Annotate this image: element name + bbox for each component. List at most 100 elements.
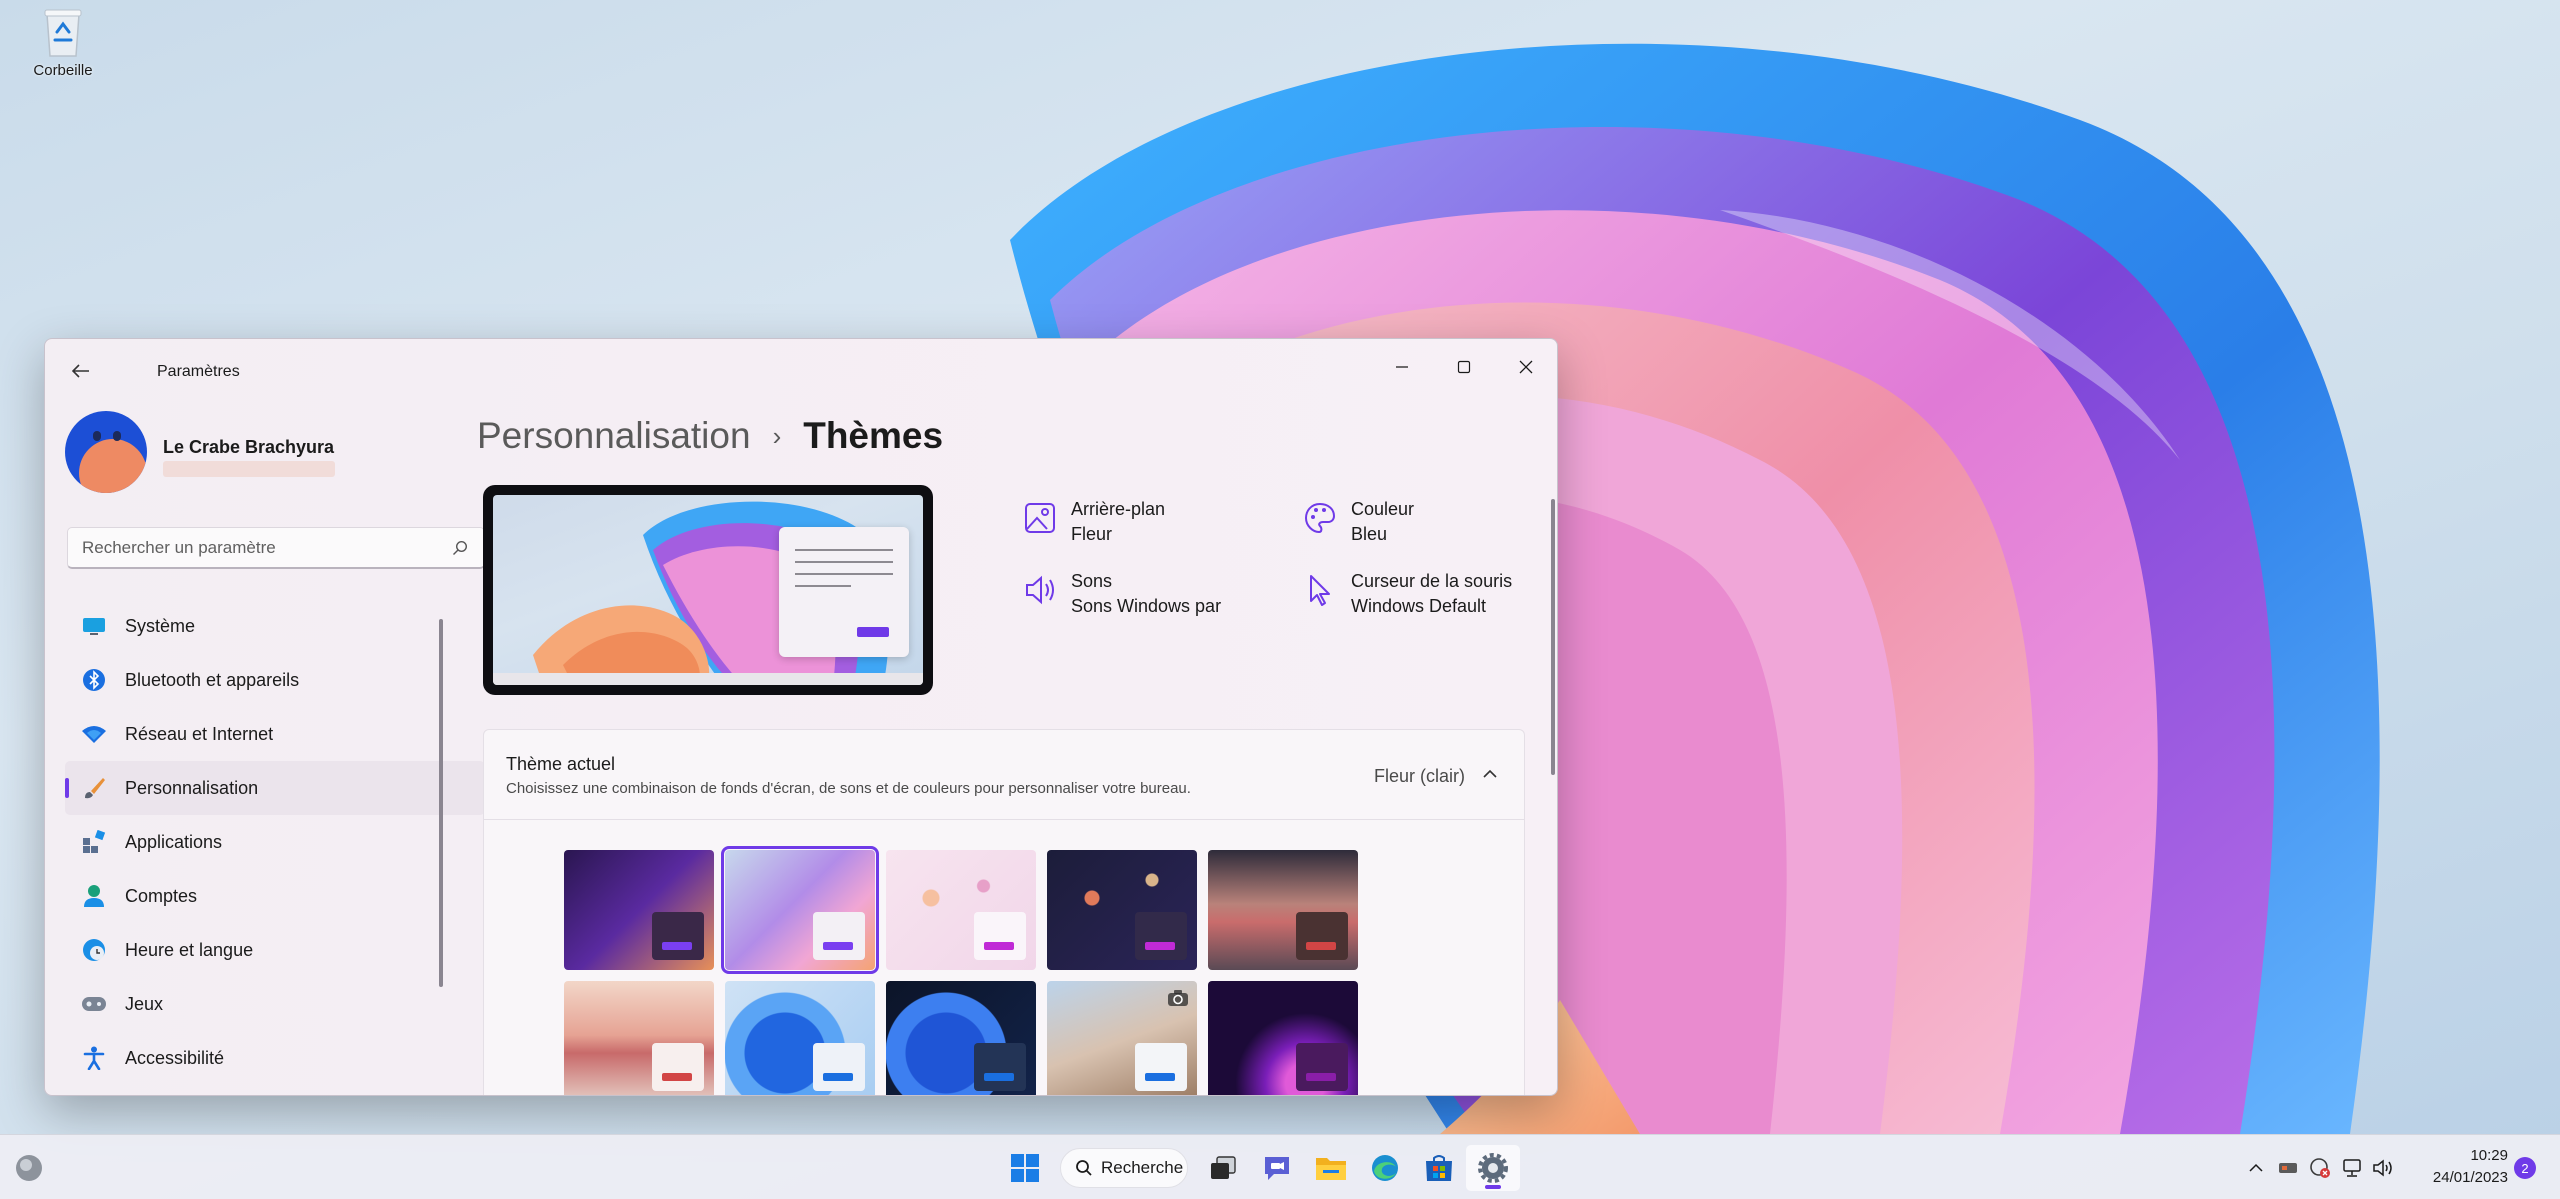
start-button[interactable] <box>998 1145 1052 1191</box>
edge-button[interactable] <box>1358 1145 1412 1191</box>
sounds-setting[interactable]: Sons Sons Windows par <box>1023 571 1283 631</box>
taskbar: Recherche 10:29 24/01/2023 2 <box>0 1134 2560 1199</box>
wifi-icon <box>81 721 107 747</box>
sidebar-item-label: Comptes <box>125 885 198 906</box>
theme-thumbnail[interactable] <box>1208 981 1358 1095</box>
settings-button[interactable] <box>1466 1145 1520 1191</box>
task-view-icon <box>1211 1156 1236 1179</box>
clock-globe-icon <box>81 937 107 963</box>
network-tray-button[interactable] <box>2336 1152 2368 1184</box>
volume-tray-button[interactable] <box>2368 1152 2400 1184</box>
minimize-button[interactable] <box>1373 347 1431 387</box>
theme-thumbnail[interactable] <box>564 850 714 970</box>
sidebar-item-bluetooth[interactable]: Bluetooth et appareils <box>65 653 485 707</box>
usb-tray-button[interactable] <box>2272 1152 2304 1184</box>
sidebar-item-label: Réseau et Internet <box>125 723 274 744</box>
property-value: Sons Windows par <box>1071 596 1222 616</box>
show-hidden-icons-button[interactable] <box>2240 1152 2272 1184</box>
chevron-up-icon[interactable] <box>1480 764 1500 784</box>
sidebar-item-label: Bluetooth et appareils <box>125 669 300 690</box>
maximize-button[interactable] <box>1435 347 1493 387</box>
background-setting[interactable]: Arrière-plan Fleur <box>1023 499 1283 559</box>
sidebar-item-comptes[interactable]: Comptes <box>65 869 485 923</box>
back-button[interactable] <box>63 357 99 385</box>
arrow-left-icon <box>72 364 89 378</box>
theme-thumbnail[interactable] <box>1047 981 1197 1095</box>
start-icon <box>1011 1154 1039 1182</box>
breadcrumb-parent[interactable]: Personnalisation <box>477 415 751 457</box>
settings-search[interactable] <box>67 527 485 569</box>
current-theme-value: Fleur (clair) <box>1374 766 1466 786</box>
theme-thumbnail[interactable] <box>886 981 1036 1095</box>
gamepad-icon <box>81 991 107 1017</box>
teams-chat-button[interactable] <box>1250 1145 1304 1191</box>
content-scrollbar[interactable] <box>1551 499 1555 775</box>
current-theme-description: Choisissez une combinaison de fonds d'éc… <box>506 780 1191 797</box>
cursor-setting[interactable]: Curseur de la souris Windows Default <box>1303 571 1557 631</box>
clock-time: 10:29 <box>2470 1147 2508 1164</box>
search-input[interactable] <box>82 538 422 558</box>
sidebar-item-applications[interactable]: Applications <box>65 815 485 869</box>
taskbar-apps: Recherche <box>998 1145 1520 1191</box>
bluetooth-icon <box>81 667 107 693</box>
brush-icon <box>81 775 107 801</box>
recycle-bin-icon <box>41 6 85 58</box>
close-button[interactable] <box>1497 347 1555 387</box>
cursor-icon <box>1310 575 1330 606</box>
settings-window: Paramètres Le Crabe Brachyura Système <box>44 338 1558 1096</box>
apps-icon <box>81 829 107 855</box>
sidebar-item-heure-langue[interactable]: Heure et langue <box>65 923 485 977</box>
property-title: Couleur <box>1351 499 1415 519</box>
recycle-bin-shortcut[interactable]: Corbeille <box>24 6 102 79</box>
theme-thumbnail[interactable] <box>886 850 1036 970</box>
palette-icon <box>1304 502 1336 534</box>
color-setting[interactable]: Couleur Bleu <box>1303 499 1557 559</box>
camera-icon <box>1168 990 1188 1006</box>
theme-thumbnail[interactable] <box>725 981 875 1095</box>
user-profile[interactable]: Le Crabe Brachyura <box>65 411 465 495</box>
task-view-button[interactable] <box>1196 1145 1250 1191</box>
notification-badge[interactable]: 2 <box>2514 1157 2536 1179</box>
security-tray-button[interactable] <box>2304 1152 2336 1184</box>
network-icon <box>2343 1159 2361 1177</box>
sidebar-item-label: Applications <box>125 831 223 852</box>
taskbar-search[interactable]: Recherche <box>1060 1148 1188 1188</box>
person-icon <box>81 883 107 909</box>
property-value: Bleu <box>1351 524 1388 544</box>
usb-icon <box>2279 1163 2297 1173</box>
speaker-icon <box>1026 575 1054 605</box>
chevron-right-icon: › <box>772 420 782 451</box>
store-icon <box>1426 1155 1452 1181</box>
accessibility-icon <box>81 1045 107 1071</box>
current-theme-card: Thème actuel Choisissez une combinaison … <box>483 729 1525 1095</box>
theme-thumbnail[interactable] <box>564 981 714 1095</box>
current-theme-header[interactable]: Thème actuel Choisissez une combinaison … <box>484 730 1524 820</box>
system-tray <box>2240 1151 2400 1185</box>
file-explorer-button[interactable] <box>1304 1145 1358 1191</box>
sidebar-item-personnalisation[interactable]: Personnalisation <box>65 761 485 815</box>
clock-date: 24/01/2023 <box>2432 1169 2508 1186</box>
title-bar[interactable]: Paramètres <box>45 339 1557 397</box>
active-app-indicator <box>1485 1185 1501 1189</box>
close-icon <box>1519 360 1533 374</box>
store-button[interactable] <box>1412 1145 1466 1191</box>
theme-preview <box>483 485 933 695</box>
sidebar-item-jeux[interactable]: Jeux <box>65 977 485 1031</box>
file-explorer-icon <box>1316 1158 1346 1180</box>
current-theme-title: Thème actuel <box>506 754 616 774</box>
sidebar-scrollbar[interactable] <box>439 619 443 987</box>
breadcrumb: Personnalisation › Thèmes <box>477 415 943 457</box>
sidebar-item-label: Système <box>125 615 196 636</box>
sidebar-item-reseau[interactable]: Réseau et Internet <box>65 707 485 761</box>
theme-thumbnail-selected[interactable] <box>721 846 879 974</box>
widgets-icon[interactable] <box>14 1153 44 1183</box>
clock[interactable]: 10:29 24/01/2023 <box>2412 1145 2508 1189</box>
theme-thumbnail[interactable] <box>1047 850 1197 970</box>
property-title: Sons <box>1071 571 1113 591</box>
search-icon <box>453 540 468 555</box>
theme-thumbnail[interactable] <box>1208 850 1358 970</box>
recycle-bin-label: Corbeille <box>33 62 93 79</box>
active-indicator <box>65 778 69 798</box>
sidebar-item-systeme[interactable]: Système <box>65 599 485 653</box>
sidebar-item-accessibilite[interactable]: Accessibilité <box>65 1031 485 1085</box>
